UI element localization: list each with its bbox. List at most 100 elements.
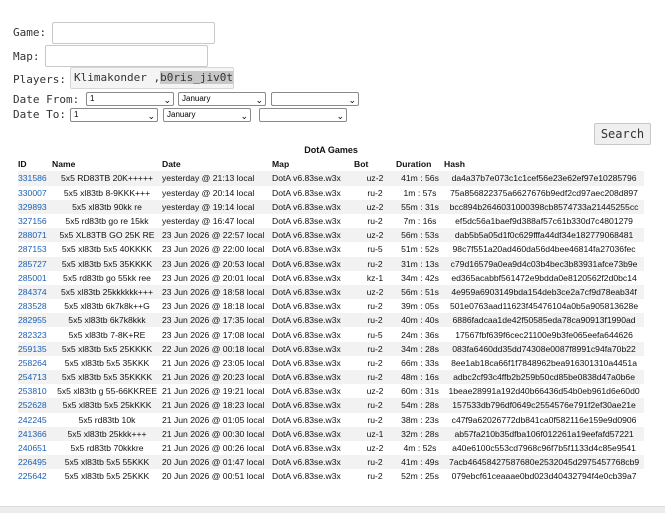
cell-bot: ru-2: [354, 313, 396, 328]
game-id-link[interactable]: 259135: [18, 344, 47, 354]
cell-hash: 98c7f551a20ad460da56d4bee46814fa27036fec: [452, 244, 636, 255]
cell-id: 259135: [18, 341, 52, 356]
cell-duration: 48m : 16s: [396, 370, 444, 385]
cell-bot: ru-5: [367, 329, 383, 340]
game-id-link[interactable]: 330007: [18, 188, 47, 198]
cell-id: 283528: [18, 299, 52, 313]
date-to-day-value: 1: [74, 110, 79, 119]
cell-id: 240651: [18, 441, 52, 455]
date-to-year-select[interactable]: ⌄: [259, 108, 347, 122]
cell-map: DotA v6.83se.w3x: [272, 244, 341, 255]
table-row: 288071 5x5 XL83TB GO 25K RE 23 Jun 2026 @ …: [18, 228, 645, 243]
game-id-link[interactable]: 327156: [18, 216, 47, 226]
game-id-link[interactable]: 258264: [18, 358, 47, 368]
game-id-link[interactable]: 225642: [18, 471, 47, 481]
column-header-hash: Hash: [444, 159, 466, 170]
cell-bot: ru-2: [354, 341, 396, 356]
table-row: 253810 5x5 xl83tb g 55-66KKREE 21 Jun 2026…: [18, 384, 644, 398]
cell-duration: 32m : 28s: [396, 426, 444, 441]
game-id-link[interactable]: 241366: [18, 429, 47, 439]
cell-map: DotA v6.83se.w3x: [272, 216, 341, 227]
cell-date: 21 Jun 2026 @ 00:30 local: [162, 426, 272, 441]
cell-id: 258264: [18, 356, 52, 370]
cell-date: 23 Jun 2026 @ 22:57 local: [162, 228, 272, 243]
search-button[interactable]: Search: [594, 123, 651, 145]
players-input[interactable]: Klimakonder ,b0ris_jiv0t: [70, 67, 234, 89]
cell-hash: 6886fadcaa1de42f50585eda78ca90913f1990ad: [444, 313, 645, 328]
cell-bot: ru-2: [367, 357, 383, 368]
cell-duration: 41m : 49s: [396, 455, 444, 470]
cell-date: 21 Jun 2026 @ 19:21 local: [162, 386, 265, 397]
game-id-link[interactable]: 282955: [18, 315, 47, 325]
date-from-label: Date From:: [13, 93, 80, 106]
cell-name: 5x5 xl83tb 25kkk+++: [52, 426, 162, 441]
date-from-year-select[interactable]: ⌄: [271, 92, 359, 106]
cell-name: 5x5 rd83tb 70kkkre: [70, 443, 144, 454]
cell-bot: ru-2: [354, 398, 396, 413]
column-header-map: Map: [272, 159, 290, 170]
cell-bot: ru-2: [354, 370, 396, 385]
cell-duration: 41m : 56s: [396, 171, 444, 186]
game-id-link[interactable]: 240651: [18, 443, 47, 453]
game-input[interactable]: [52, 22, 215, 44]
date-from-month-select[interactable]: January ⌄: [178, 92, 266, 106]
cell-id: 254713: [18, 370, 52, 385]
table-row: 330007 5x5 xl83tb 8-9KKK+++ yesterday @ 20…: [18, 186, 644, 200]
date-to-month-select[interactable]: January ⌄: [163, 108, 251, 122]
cell-id: 327156: [18, 214, 52, 228]
cell-id: 253810: [18, 384, 52, 398]
cell-id: 284374: [18, 284, 52, 300]
cell-hash: 079ebcf61ceaaae0bd023d40432794f4e0cb39a7: [451, 471, 637, 482]
cell-bot: uz-2: [354, 284, 396, 300]
cell-map: DotA v6.83se.w3x: [272, 386, 341, 397]
game-label: Game:: [13, 26, 47, 39]
cell-hash: c79d16579a0ea9d4c03b4bec3b83931afce73b9e: [444, 256, 645, 271]
cell-id: 288071: [18, 228, 52, 243]
map-input[interactable]: [45, 45, 208, 67]
cell-duration: 34m : 42s: [401, 272, 439, 283]
chevron-down-icon: ⌄: [348, 95, 356, 105]
column-header-duration: Duration: [396, 159, 432, 170]
date-from-day-select[interactable]: 1 ⌄: [86, 92, 174, 106]
game-id-link[interactable]: 254713: [18, 372, 47, 382]
game-id-link[interactable]: 283528: [18, 301, 47, 311]
game-id-link[interactable]: 285001: [18, 273, 47, 283]
chevron-down-icon: ⌄: [255, 95, 263, 105]
chevron-down-icon: ⌄: [147, 111, 155, 121]
column-header-name: Name: [52, 159, 76, 170]
game-id-link[interactable]: 242245: [18, 415, 47, 425]
table-row: 240651 5x5 rd83tb 70kkkre 21 Jun 2026 @ 00…: [18, 441, 644, 455]
game-id-link[interactable]: 331586: [18, 173, 47, 183]
cell-map: DotA v6.83se.w3x: [272, 471, 341, 482]
cell-date: 21 Jun 2026 @ 18:23 local: [162, 398, 272, 413]
cell-duration: 56m : 51s: [396, 284, 444, 300]
cell-hash: 8ee1ab18ca66f1f7848962bea916301310a4451a: [451, 357, 637, 368]
game-id-link[interactable]: 288071: [18, 230, 47, 240]
game-id-link[interactable]: 226495: [18, 457, 47, 467]
game-id-link[interactable]: 282323: [18, 330, 47, 340]
game-id-link[interactable]: 252628: [18, 400, 47, 410]
cell-hash: c47f9a62026772db841ca0f582116e159e9d0906: [451, 414, 637, 425]
game-id-link[interactable]: 287153: [18, 244, 47, 254]
table-row: 226495 5x5 xl83tb 5x5 55KKK 20 Jun 2026 @ …: [18, 455, 645, 470]
cell-date: 21 Jun 2026 @ 23:05 local: [162, 357, 265, 368]
cell-id: 282955: [18, 313, 52, 328]
game-id-link[interactable]: 253810: [18, 386, 47, 396]
game-id-link[interactable]: 285727: [18, 259, 47, 269]
cell-name: 5x5 xl83tb 5x5 25kKKK: [52, 398, 162, 413]
table-row: 283528 5x5 xl83tb 6k7k8k++G 23 Jun 2026 @ …: [18, 299, 644, 313]
cell-bot: ru-2: [354, 256, 396, 271]
table-row: 242245 5x5 rd83tb 10k 21 Jun 2026 @ 01:05 …: [18, 413, 644, 427]
cell-hash: 501e0763aad11623f45476104a0b5a905813628e: [449, 301, 639, 312]
cell-duration: 55m : 31s: [396, 199, 444, 214]
games-table: DotA Games ID Name Date Map Bot Duration…: [18, 143, 645, 484]
cell-date: 23 Jun 2026 @ 20:01 local: [162, 272, 265, 283]
cell-duration: 31m : 13s: [396, 256, 444, 271]
date-to-day-select[interactable]: 1 ⌄: [70, 108, 158, 122]
date-from-month-value: January: [182, 94, 211, 103]
game-id-link[interactable]: 329893: [18, 202, 47, 212]
cell-map: DotA v6.83se.w3x: [272, 228, 354, 243]
game-id-link[interactable]: 284374: [18, 287, 47, 297]
cell-date: 20 Jun 2026 @ 01:47 local: [162, 455, 272, 470]
cell-name: 5x5 xl83tb g 55-66KKREE: [57, 386, 157, 397]
